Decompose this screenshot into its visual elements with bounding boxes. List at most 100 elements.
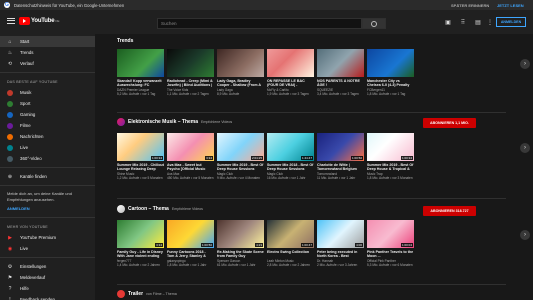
video-title[interactable]: ON REPASSE LE BAC (FOUR DE VRAI) - ÉPISO…	[267, 79, 314, 88]
video-thumbnail[interactable]	[117, 49, 164, 77]
video-title[interactable]: Re-Making the Skate Scene from Family Gu…	[217, 250, 264, 259]
subscribe-button[interactable]: ABONNIEREN 318.727	[423, 206, 476, 216]
search-input[interactable]: Suchen	[157, 18, 362, 29]
video-thumbnail[interactable]: 1:00:50	[167, 220, 214, 248]
sidebar-item-browse-channels[interactable]: ⊕ Kanäle finden	[0, 171, 95, 182]
video-thumbnail[interactable]: 4:23	[217, 220, 264, 248]
section-header-trailer[interactable]: Trailer von Filme – Thema	[117, 290, 177, 298]
apps-icon[interactable]: ⠿	[459, 18, 467, 26]
video-title[interactable]: Family Guy - Life in Disney With Jane vi…	[117, 250, 164, 259]
sidebar-item-bottom[interactable]: ? Hilfe	[0, 283, 95, 294]
section-header-cartoon[interactable]: Cartoon – Thema Empfohlene Videos	[117, 205, 203, 213]
video-title[interactable]: Peter being executed in North Korea - Be…	[317, 250, 364, 259]
video-card[interactable]: NOS PARENTS À NOTRE ÂGE ! SQUEEZIE 3,4 Mio…	[317, 49, 364, 96]
subscribe-button[interactable]: ABONNIEREN 1,1 MIO.	[423, 118, 476, 128]
sidebar-item-best[interactable]: Gaming	[0, 109, 95, 120]
video-card[interactable]: 1:00:34 Summer Mix 2019 - Best Of Deep Ho…	[367, 133, 414, 180]
video-title[interactable]: Summer Mix 2019 - Best Of Deep House Ses…	[217, 163, 264, 172]
chat-icon[interactable]: ▤	[474, 18, 482, 26]
next-arrow-icon[interactable]: ›	[520, 59, 530, 69]
sidebar-item-trends[interactable]: ♨ Trends	[0, 47, 95, 58]
video-card[interactable]: Skandal! Kopp verwanzelt Auswechslung: F…	[117, 49, 164, 96]
video-meta: 2 Mio. Aufrufe • vor 3 Jahren	[317, 263, 358, 267]
video-thumbnail[interactable]	[267, 49, 314, 77]
section-header-electronic[interactable]: Elektronische Musik – Thema Empfohlene V…	[117, 118, 232, 126]
remind-later-button[interactable]: SPÄTER ERINNERN	[451, 3, 489, 8]
video-card[interactable]: Lady Gaga, Bradley Cooper - Shallow (Fro…	[217, 49, 264, 96]
video-thumbnail[interactable]: 1:00:04	[367, 220, 414, 248]
video-card[interactable]: 1:00:34 Summer Mix 2019 - Chillout Lounge…	[117, 133, 164, 180]
video-icon[interactable]: ▣	[444, 18, 452, 26]
sidebar-item-start[interactable]: ⌂ Start	[0, 36, 95, 47]
read-now-button[interactable]: JETZT LESEN	[497, 3, 524, 8]
sidebar-item-more[interactable]: ◉ Live	[0, 243, 95, 254]
video-thumbnail[interactable]: 1:00:50	[317, 133, 364, 161]
video-title[interactable]: Skandal! Kopp verwanzelt Auswechslung: F…	[117, 79, 164, 88]
duration-badge: 1:00:34	[150, 156, 163, 160]
video-card[interactable]: 1:44:47 Summer Mix 2018 - Best Of Deep Ho…	[267, 133, 314, 180]
video-title[interactable]: Ava Max - Sweet but Psycho [Official Mus…	[167, 163, 214, 172]
search-button[interactable]	[362, 18, 386, 29]
live-icon: ◉	[7, 245, 13, 252]
sidebar-item-best[interactable]: Musik	[0, 87, 95, 98]
video-thumbnail[interactable]: 3:34	[167, 133, 214, 161]
video-thumbnail[interactable]	[317, 49, 364, 77]
video-card[interactable]: 4:23 Re-Making the Skate Scene from Famil…	[217, 220, 264, 267]
section-header-trends[interactable]: Trends	[117, 38, 133, 44]
video-title[interactable]: Funny Cartoons 2018 - Tom & Jerry, Stanl…	[167, 250, 214, 259]
next-arrow-icon[interactable]: ›	[520, 143, 530, 153]
video-card[interactable]: 3:34 Family Guy - Life in Disney With Jan…	[117, 220, 164, 267]
video-card[interactable]: 1:00:50 Charlotte de Witte | Tomorrowland…	[317, 133, 364, 180]
sidebar-item-best[interactable]: Sport	[0, 98, 95, 109]
sidebar-item-verlauf[interactable]: ⟲ Verlauf	[0, 58, 95, 69]
privacy-banner: G Datenschutzhinweis für YouTube, ein Go…	[0, 0, 533, 10]
section-subtitle: von Filme – Thema	[146, 292, 177, 296]
sidebar-item-bottom[interactable]: ⚙ Einstellungen	[0, 261, 95, 272]
video-thumbnail[interactable]	[167, 49, 214, 77]
menu-icon[interactable]	[7, 17, 15, 25]
sidebar-item-best[interactable]: Live	[0, 142, 95, 153]
video-card[interactable]: 1:00:50 Funny Cartoons 2018 - Tom & Jerry…	[167, 220, 214, 267]
video-card[interactable]: ON REPASSE LE BAC (FOUR DE VRAI) - ÉPISO…	[267, 49, 314, 96]
video-card[interactable]: 2:04:25 Summer Mix 2019 - Best Of Deep Ho…	[217, 133, 264, 180]
sidebar-item-bottom[interactable]: ! Feedback senden	[0, 294, 95, 300]
video-meta: 450 Mio. Aufrufe • vor 5 Monaten	[167, 176, 214, 180]
video-title[interactable]: NOS PARENTS À NOTRE ÂGE !	[317, 79, 364, 88]
youtube-logo[interactable]: YouTube DE	[19, 17, 60, 25]
sidebar-item-best[interactable]: Filme	[0, 120, 95, 131]
video-thumbnail[interactable]: 2:04:25	[217, 133, 264, 161]
video-title[interactable]: Electro Swing Collection	[267, 250, 314, 259]
signin-button[interactable]: ANMELDEN	[496, 17, 526, 27]
next-arrow-icon[interactable]: ›	[520, 230, 530, 240]
video-card[interactable]: 1:00:47 Electro Swing Collection Leah Mint…	[267, 220, 314, 267]
video-thumbnail[interactable]: 1:00:34	[117, 133, 164, 161]
video-title[interactable]: Radiohead - Creep (Mimi & Josefin) | Bli…	[167, 79, 214, 88]
video-thumbnail[interactable]: 1:00:34	[367, 133, 414, 161]
sidebar-item-more[interactable]: ▶ YouTube Premium	[0, 232, 95, 243]
video-thumbnail[interactable]	[217, 49, 264, 77]
video-title[interactable]: Charlotte de Witte | Tomorrowland Belgiu…	[317, 163, 364, 172]
video-thumbnail[interactable]: 1:44:47	[267, 133, 314, 161]
video-card[interactable]: 3:34 Ava Max - Sweet but Psycho [Official…	[167, 133, 214, 180]
sidebar-signin-button[interactable]: ANMELDEN	[0, 204, 95, 214]
more-icon[interactable]: ⋮	[486, 18, 494, 26]
video-thumbnail[interactable]: 4:00	[317, 220, 364, 248]
sidebar-item-bottom[interactable]: ⚑ Meldeverlauf	[0, 272, 95, 283]
video-title[interactable]: Lady Gaga, Bradley Cooper - Shallow (Fro…	[217, 79, 264, 88]
category-icon	[7, 89, 13, 96]
video-card[interactable]: Radiohead - Creep (Mimi & Josefin) | Bli…	[167, 49, 214, 96]
video-title[interactable]: Summer Mix 2019 - Best Of Deep House & T…	[367, 163, 414, 172]
sidebar-item-label: Hilfe	[20, 286, 29, 291]
video-thumbnail[interactable]: 3:34	[117, 220, 164, 248]
video-title[interactable]: Summer Mix 2019 - Chillout Lounge Relaxi…	[117, 163, 164, 172]
video-card[interactable]: 1:00:04 Pink Panther Travels to the Moon …	[367, 220, 414, 267]
sidebar-item-best[interactable]: 360°-Video	[0, 153, 95, 164]
sidebar-item-best[interactable]: Nachrichten	[0, 131, 95, 142]
video-title[interactable]: Summer Mix 2018 - Best Of Deep House Ses…	[267, 163, 314, 172]
video-thumbnail[interactable]: 1:00:47	[267, 220, 314, 248]
video-thumbnail[interactable]	[367, 49, 414, 77]
video-card[interactable]: 4:00 Peter being executed in North Korea …	[317, 220, 364, 267]
video-title[interactable]: Manchester City vs Chelsea 6-0 (4-3) Pen…	[367, 79, 414, 88]
video-card[interactable]: Manchester City vs Chelsea 6-0 (4-3) Pen…	[367, 49, 414, 96]
video-title[interactable]: Pink Panther Travels to the Moon ...	[367, 250, 414, 259]
